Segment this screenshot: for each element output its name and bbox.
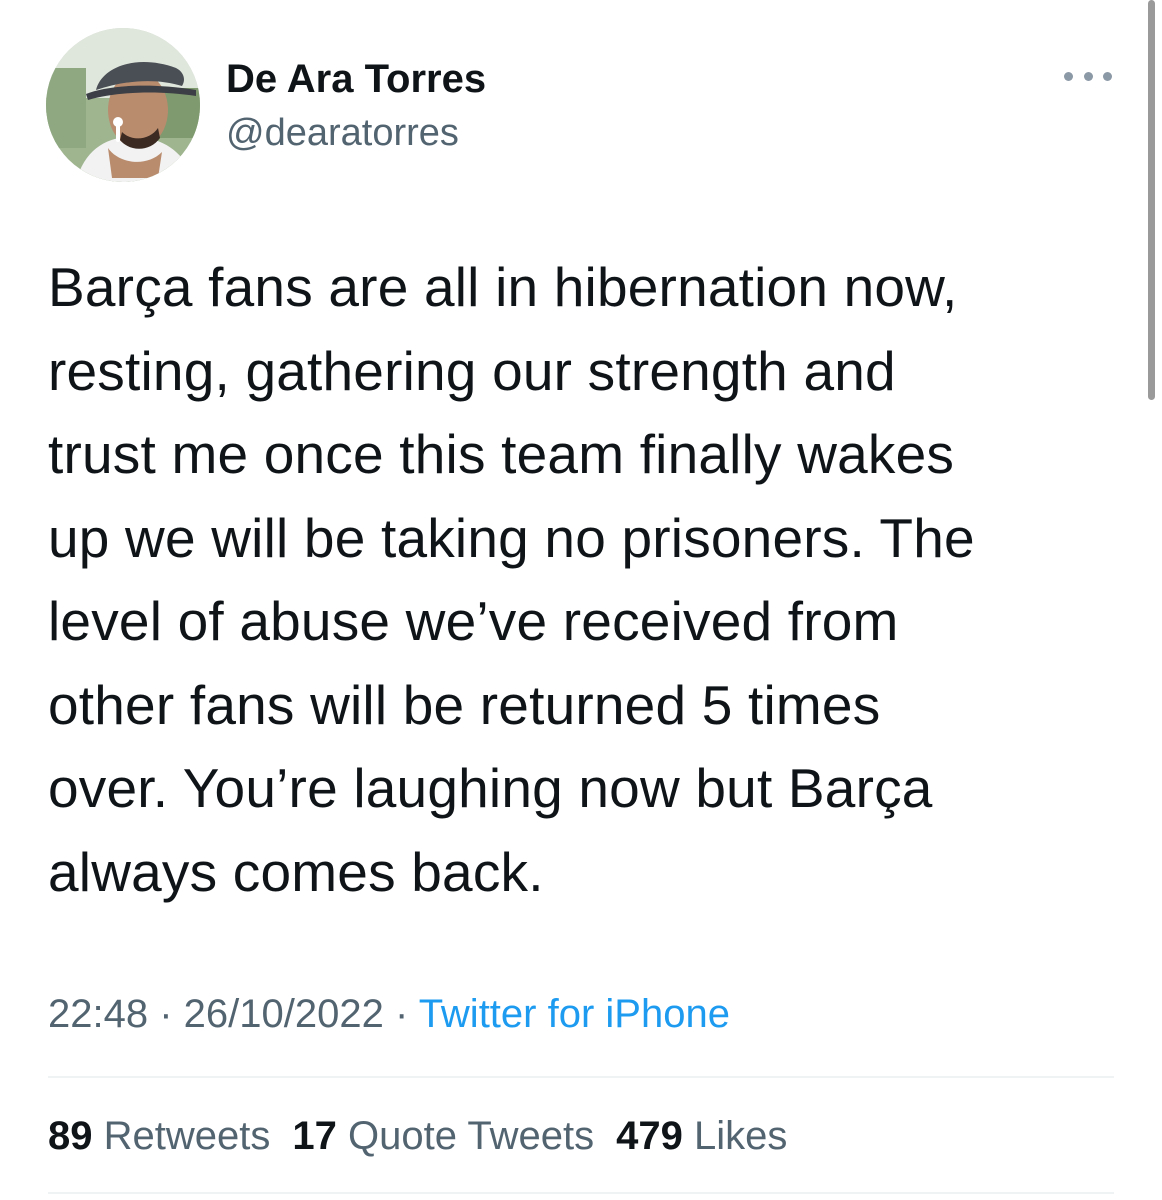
retweets-label: Retweets xyxy=(103,1114,271,1158)
avatar[interactable] xyxy=(46,28,200,182)
tweet-card: De Ara Torres @dearatorres Barça fans ar… xyxy=(0,0,1162,1200)
more-horizontal-icon-dot xyxy=(1083,71,1093,81)
scrollbar[interactable] xyxy=(1148,0,1155,400)
tweet-text: Barça fans are all in hibernation now, r… xyxy=(48,256,975,903)
engagement-stats: 89 Retweets 17 Quote Tweets 479 Likes xyxy=(48,1110,809,1162)
avatar-image xyxy=(46,28,200,182)
likes-count: 479 xyxy=(616,1114,683,1158)
tweet-source-link[interactable]: Twitter for iPhone xyxy=(419,992,730,1036)
retweets-count: 89 xyxy=(48,1114,93,1158)
quote-tweets-label: Quote Tweets xyxy=(348,1114,595,1158)
quote-tweets-stat[interactable]: 17 Quote Tweets xyxy=(292,1114,594,1158)
retweets-stat[interactable]: 89 Retweets xyxy=(48,1114,270,1158)
divider xyxy=(48,1076,1114,1078)
more-horizontal-icon xyxy=(1064,71,1073,81)
quote-tweets-count: 17 xyxy=(292,1114,337,1158)
divider xyxy=(48,1192,1114,1194)
likes-label: Likes xyxy=(693,1114,788,1158)
tweet-time[interactable]: 22:48 xyxy=(48,992,148,1036)
more-options-button[interactable] xyxy=(1064,64,1112,88)
likes-stat[interactable]: 479 Likes xyxy=(616,1114,787,1158)
more-horizontal-icon-dot xyxy=(1103,71,1112,81)
meta-separator: · xyxy=(383,992,419,1036)
author-name[interactable]: De Ara Torres xyxy=(226,56,486,102)
tweet-metadata: 22:48 · 26/10/2022 · Twitter for iPhone xyxy=(48,988,730,1040)
tweet-date[interactable]: 26/10/2022 xyxy=(184,992,384,1036)
meta-separator: · xyxy=(148,992,184,1036)
author-handle[interactable]: @dearatorres xyxy=(226,110,459,156)
